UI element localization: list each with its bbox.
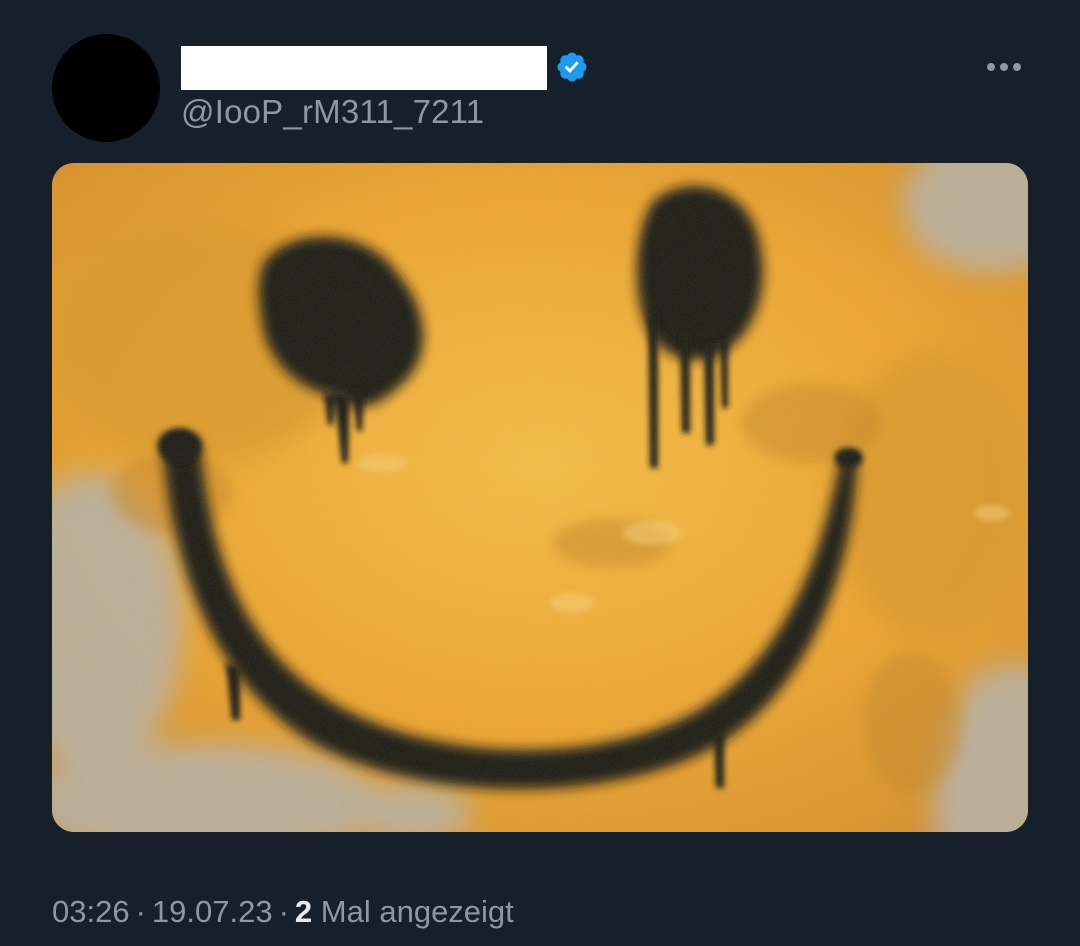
avatar[interactable] <box>52 34 160 142</box>
meta-separator: · <box>135 894 146 929</box>
author-handle[interactable]: @IooP_rM311_7211 <box>181 92 484 132</box>
views-count: 2 <box>294 894 313 929</box>
verified-badge-icon <box>557 52 587 82</box>
more-dot-icon <box>987 63 995 71</box>
display-name[interactable] <box>181 46 547 90</box>
tweet-image[interactable] <box>52 163 1028 832</box>
more-dot-icon <box>1013 63 1021 71</box>
views-label: Mal angezeigt <box>320 894 514 929</box>
tweet-meta: 03:26 · 19.07.23 · 2 Mal angezeigt <box>52 892 514 932</box>
tweet-card: @IooP_rM311_7211 03:26 · 19.07.23 · 2 Ma… <box>0 0 1080 946</box>
more-options-button[interactable] <box>978 50 1030 84</box>
smiley-graffiti-image <box>52 163 1028 832</box>
meta-separator: · <box>278 894 289 929</box>
more-dot-icon <box>1000 63 1008 71</box>
tweet-time[interactable]: 03:26 <box>52 894 130 929</box>
tweet-date[interactable]: 19.07.23 <box>152 894 273 929</box>
